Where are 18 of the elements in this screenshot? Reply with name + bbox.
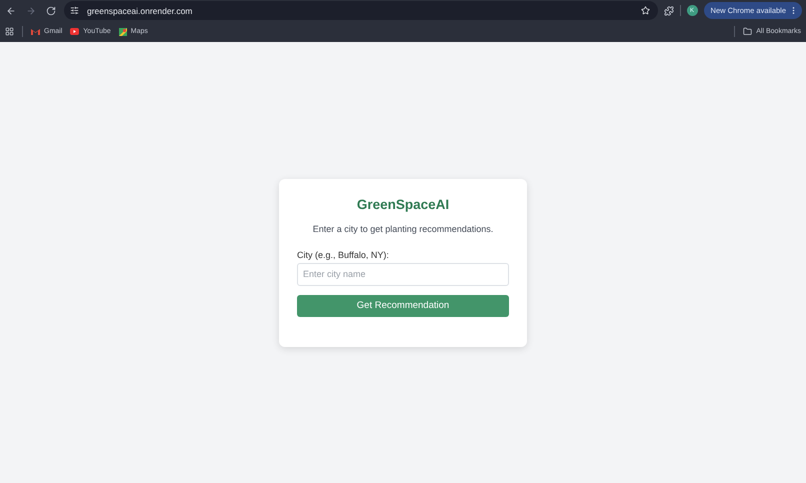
puzzle-icon[interactable] <box>664 6 674 16</box>
subtitle: Enter a city to get planting recommendations. <box>312 224 494 234</box>
address-bar[interactable]: greenspaceai.onrender.com <box>64 1 658 20</box>
left-arrow-icon <box>6 6 16 16</box>
reload-icon <box>46 6 56 16</box>
right-arrow-icon <box>26 6 36 16</box>
site-settings-icon[interactable] <box>70 6 79 15</box>
field-label: City (e.g., Buffalo, NY): <box>297 250 390 260</box>
app-title: GreenSpaceAI <box>356 196 450 212</box>
mail-icon <box>31 28 40 35</box>
folder-icon <box>743 27 752 36</box>
city-input-field[interactable]: Enter city name <box>297 262 509 286</box>
play-icon <box>70 28 80 35</box>
get-recommendation-button[interactable]: Get Recommendation <box>297 294 509 316</box>
map-icon <box>118 28 127 36</box>
apps-icon[interactable] <box>5 27 14 36</box>
url-text: greenspaceai.onrender.com <box>87 6 194 16</box>
star-icon[interactable] <box>640 6 650 15</box>
